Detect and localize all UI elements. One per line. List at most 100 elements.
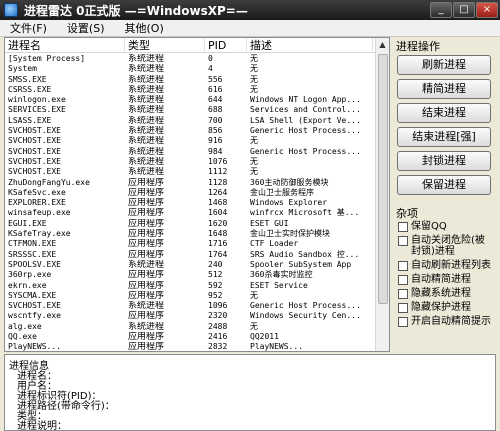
table-row[interactable]: winlogon.exe 系统进程 644 Windows NT Logon App.… — [5, 95, 389, 105]
checkbox-box[interactable] — [398, 236, 408, 246]
checkbox-box[interactable] — [398, 289, 408, 299]
cell-process-name: winsafeup.exe — [8, 208, 71, 218]
auto-trim-prompt-checkbox[interactable]: 开启自动精简提示 — [398, 316, 494, 327]
minimize-button[interactable]: _ — [430, 2, 452, 18]
cell-description: QQ2011 — [250, 332, 279, 342]
cell-type: 应用程序 — [128, 229, 165, 240]
end-process-button[interactable]: 结束进程 — [397, 103, 491, 123]
column-header-pid[interactable]: PID — [205, 38, 247, 53]
checkbox-label: 隐藏系统进程 — [411, 288, 471, 299]
scroll-up-arrow-icon[interactable]: ▲ — [376, 38, 389, 52]
table-row[interactable]: CSRSS.EXE 系统进程 616 无 — [5, 85, 389, 95]
process-info-panel: 进程信息 进程名： 用户名： 进程标识符(PID)： 进程路径(带命令行)： 类… — [4, 354, 496, 431]
column-header-type[interactable]: 类型 — [125, 38, 205, 53]
table-row[interactable]: winsafeup.exe 应用程序 1604 winfrcx Microsoft 基… — [5, 208, 389, 218]
hide-protected-process-checkbox[interactable]: 隐藏保护进程 — [398, 302, 494, 313]
window-title: 进程雷达 0正式版 —=WindowsXP=— — [24, 3, 248, 18]
checkbox-box[interactable] — [398, 275, 408, 285]
table-row[interactable]: CTFMON.EXE 应用程序 1716 CTF Loader — [5, 239, 389, 249]
table-row[interactable]: PlayNEWS... 应用程序 2832 PlayNEWS... — [5, 342, 389, 351]
refresh-process-button[interactable]: 刷新进程 — [397, 55, 491, 75]
table-row[interactable]: KSafeTray.exe 应用程序 1648 金山卫士实时保护模块 — [5, 229, 389, 239]
table-row[interactable]: SYSCMA.EXE 应用程序 952 无 — [5, 291, 389, 301]
cell-description: Windows NT Logon App... — [250, 95, 361, 105]
cell-process-name: SVCHOST.EXE — [8, 146, 61, 156]
keep-qq-checkbox[interactable]: 保留QQ — [398, 221, 494, 232]
table-row[interactable]: ZhuDongFangYu.exe 应用程序 1128 360主动防御服务模块 — [5, 178, 389, 188]
process-list[interactable]: 进程名 类型 PID 描述 [System Process] 系统进程 0 无 Syst… — [4, 37, 390, 352]
cell-type: 应用程序 — [128, 198, 165, 209]
trim-process-button[interactable]: 精简进程 — [397, 79, 491, 99]
table-row[interactable]: SVCHOST.EXE 系统进程 1096 Generic Host Process.… — [5, 301, 389, 311]
table-row[interactable]: SVCHOST.EXE 系统进程 984 Generic Host Process..… — [5, 147, 389, 157]
cell-type: 系统进程 — [128, 84, 165, 95]
table-row[interactable]: System 系统进程 4 无 — [5, 64, 389, 74]
cell-process-name: wscntfy.exe — [8, 311, 61, 321]
table-row[interactable]: [System Process] 系统进程 0 无 — [5, 54, 389, 64]
table-row[interactable]: QQ.exe 应用程序 2416 QQ2011 — [5, 332, 389, 342]
cell-type: 应用程序 — [128, 208, 165, 219]
force-end-process-button[interactable]: 结束进程[强] — [397, 127, 491, 147]
table-row[interactable]: SVCHOST.EXE 系统进程 1076 无 — [5, 157, 389, 167]
cell-type: 系统进程 — [128, 321, 165, 332]
table-row[interactable]: SRSSSC.EXE 应用程序 1764 SRS Audio Sandbox 控... — [5, 250, 389, 260]
auto-refresh-checkbox[interactable]: 自动刷新进程列表 — [398, 260, 494, 271]
table-row[interactable]: SERVICES.EXE 系统进程 688 Services and Control.… — [5, 105, 389, 115]
table-row[interactable]: EGUI.EXE 应用程序 1620 ESET GUI — [5, 219, 389, 229]
cell-description: 无 — [250, 167, 258, 177]
cell-process-name: EGUI.EXE — [8, 218, 47, 228]
cell-pid: 984 — [208, 146, 223, 156]
cell-type: 应用程序 — [128, 290, 165, 301]
process-list-scrollbar[interactable]: ▲ — [375, 38, 389, 351]
table-row[interactable]: LSASS.EXE 系统进程 700 LSA Shell (Export Ve... — [5, 116, 389, 126]
checkbox-box[interactable] — [398, 222, 408, 232]
info-description: 进程说明： — [17, 421, 67, 431]
cell-process-name: KSafeTray.exe — [8, 229, 71, 239]
cell-type: 系统进程 — [128, 156, 165, 167]
hide-system-process-checkbox[interactable]: 隐藏系统进程 — [398, 288, 494, 299]
cell-process-name: LSASS.EXE — [8, 115, 52, 125]
cell-type: 系统进程 — [128, 95, 165, 106]
table-row[interactable]: SVCHOST.EXE 系统进程 856 Generic Host Process..… — [5, 126, 389, 136]
menu-file[interactable]: 文件(F) — [10, 20, 47, 36]
table-row[interactable]: SVCHOST.EXE 系统进程 916 无 — [5, 136, 389, 146]
cell-description: CTF Loader — [250, 239, 299, 249]
cell-type: 系统进程 — [128, 146, 165, 157]
cell-type: 系统进程 — [128, 136, 165, 147]
checkbox-box[interactable] — [398, 317, 408, 327]
process-info-title: 进程信息 — [9, 361, 49, 372]
table-row[interactable]: SPOOLSV.EXE 系统进程 240 Spooler SubSystem App — [5, 260, 389, 270]
close-button[interactable]: × — [476, 2, 498, 18]
cell-type: 应用程序 — [128, 249, 165, 260]
menu-other[interactable]: 其他(O) — [125, 20, 164, 36]
cell-process-name: QQ.exe — [8, 332, 37, 342]
table-row[interactable]: 360rp.exe 应用程序 512 360杀毒实时监控 — [5, 270, 389, 280]
table-row[interactable]: wscntfy.exe 应用程序 2320 Windows Security Cen.… — [5, 311, 389, 321]
maximize-button[interactable]: □ — [453, 2, 475, 18]
auto-close-dangerous-checkbox[interactable]: 自动关闭危险(被封锁)进程 — [398, 235, 494, 257]
table-row[interactable]: alg.exe 系统进程 2488 无 — [5, 322, 389, 332]
scrollbar-thumb[interactable] — [378, 54, 388, 304]
right-panel: 进程操作 刷新进程 精简进程 结束进程 结束进程[强] 封锁进程 保留进程 杂项… — [394, 37, 496, 352]
table-row[interactable]: KSafeSvc.exe 应用程序 1264 金山卫士服务程序 — [5, 188, 389, 198]
table-row[interactable]: EXPLORER.EXE 应用程序 1468 Windows Explorer — [5, 198, 389, 208]
table-row[interactable]: SMSS.EXE 系统进程 556 无 — [5, 75, 389, 85]
cell-description: 360主动防御服务模块 — [250, 177, 329, 187]
menu-settings[interactable]: 设置(S) — [67, 20, 105, 36]
cell-type: 系统进程 — [128, 301, 165, 312]
table-row[interactable]: ekrn.exe 应用程序 592 ESET Service — [5, 281, 389, 291]
cell-description: 无 — [250, 84, 258, 94]
column-header-description[interactable]: 描述 — [247, 38, 373, 53]
cell-process-name: SVCHOST.EXE — [8, 167, 61, 177]
table-row[interactable]: SVCHOST.EXE 系统进程 1112 无 — [5, 167, 389, 177]
cell-pid: 1076 — [208, 156, 228, 166]
cell-type: 系统进程 — [128, 259, 165, 270]
block-process-button[interactable]: 封锁进程 — [397, 151, 491, 171]
auto-trim-checkbox[interactable]: 自动精简进程 — [398, 274, 494, 285]
cell-type: 系统进程 — [128, 105, 165, 116]
column-header-name[interactable]: 进程名 — [5, 38, 125, 53]
keep-process-button[interactable]: 保留进程 — [397, 175, 491, 195]
checkbox-box[interactable] — [398, 261, 408, 271]
cell-process-name: CSRSS.EXE — [8, 84, 52, 94]
checkbox-box[interactable] — [398, 303, 408, 313]
